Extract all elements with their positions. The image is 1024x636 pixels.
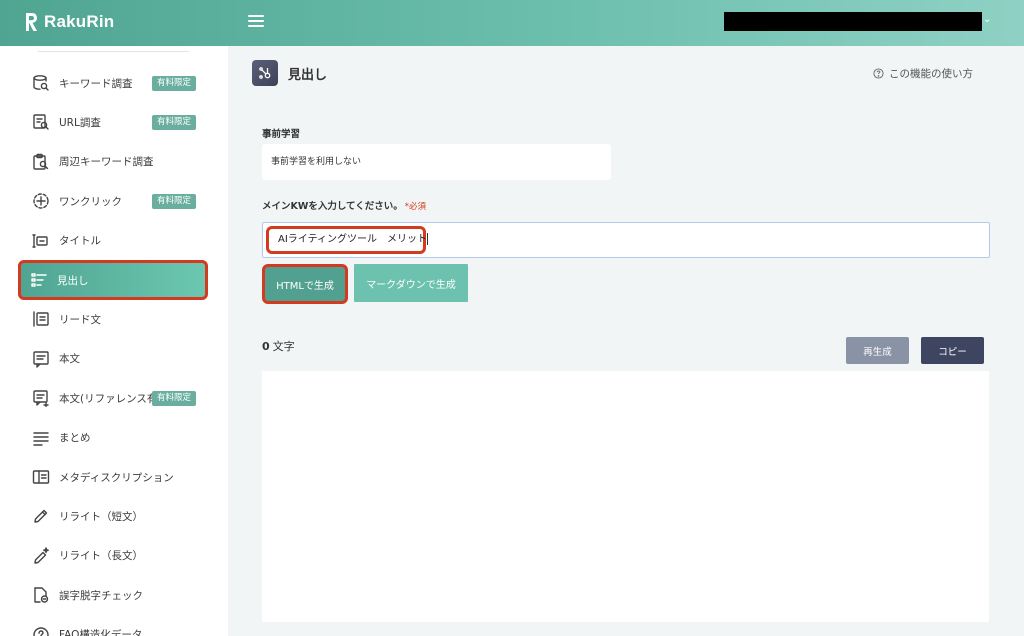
- headings-icon: [30, 271, 48, 289]
- sidebar-item-10[interactable]: まとめ: [20, 419, 206, 457]
- copy-button[interactable]: コピー: [921, 337, 984, 364]
- paid-only-badge: 有料限定: [152, 391, 197, 407]
- menu-toggle-icon[interactable]: [248, 15, 264, 29]
- sidebar-item-label: 本文: [59, 353, 80, 366]
- help-link[interactable]: この機能の使い方: [873, 66, 973, 81]
- text-caret: [427, 233, 428, 245]
- sidebar-item-9[interactable]: 本文(リファレンス有) 有料限定: [20, 379, 206, 417]
- sidebar-item-2[interactable]: URL調査 有料限定: [20, 103, 206, 141]
- page-title: 見出し: [288, 67, 328, 83]
- top-bar: RakuRin ⌄: [0, 0, 1024, 46]
- sidebar-item-4[interactable]: ワンクリック 有料限定: [20, 182, 206, 220]
- sidebar-item-1[interactable]: キーワード調査 有料限定: [20, 64, 206, 102]
- paid-only-badge: 有料限定: [152, 76, 197, 91]
- sidebar-item-label: ワンクリック: [59, 195, 122, 208]
- sidebar-item-label: 周辺キーワード調査: [59, 156, 154, 169]
- logo-mark-icon: [26, 13, 37, 31]
- keyword-research-icon: [32, 74, 50, 92]
- sidebar-item-8[interactable]: 本文: [20, 340, 206, 378]
- sidebar-item-label: 本文(リファレンス有): [59, 392, 162, 405]
- generate-markdown-button[interactable]: マークダウンで生成: [354, 264, 468, 302]
- rewrite-short-icon: [32, 507, 50, 525]
- title-icon: [32, 232, 50, 250]
- char-count: 0 文字: [262, 338, 295, 354]
- sidebar: キーワード調査 有料限定 URL調査 有料限定 周辺キーワード調査 ワンクリック 有料限定タ…: [0, 46, 228, 636]
- faq-structured-data-icon: [32, 626, 50, 636]
- sidebar-item-label: 見出し: [57, 274, 89, 287]
- sidebar-item-label: メタディスクリプション: [59, 471, 174, 484]
- sidebar-item-13[interactable]: リライト（長文）: [20, 537, 206, 575]
- sidebar-item-label: キーワード調査: [59, 77, 133, 90]
- sidebar-item-label: タイトル: [59, 235, 101, 248]
- main-keyword-value-highlight[interactable]: AIライティングツール メリット: [266, 226, 428, 254]
- sidebar-item-15[interactable]: FAQ構造化データ: [20, 616, 206, 636]
- paid-only-badge: 有料限定: [152, 194, 197, 210]
- required-marker: *必須: [404, 202, 427, 212]
- sidebar-item-7[interactable]: リード文: [20, 300, 206, 338]
- char-count-unit: 文字: [272, 340, 295, 353]
- char-count-value: 0: [262, 340, 270, 353]
- summary-icon: [32, 429, 50, 447]
- meta-description-icon: [32, 468, 50, 486]
- help-link-label: この機能の使い方: [889, 68, 973, 80]
- related-keyword-icon: [32, 153, 50, 171]
- sidebar-item-12[interactable]: リライト（短文）: [20, 497, 206, 535]
- keyword-label: メインKWを入力してください。 *必須: [262, 198, 426, 212]
- pretraining-label: 事前学習: [262, 129, 301, 140]
- sidebar-divider: [38, 51, 189, 52]
- generate-html-button[interactable]: HTMLで生成: [262, 264, 348, 304]
- sidebar-item-6[interactable]: 見出し: [18, 260, 208, 300]
- page-header: 見出し: [252, 60, 327, 86]
- sidebar-item-14[interactable]: 誤字脱字チェック: [20, 576, 206, 614]
- question-circle-icon: [873, 68, 884, 79]
- sidebar-item-label: URL調査: [59, 116, 101, 129]
- typo-check-icon: [32, 586, 50, 604]
- chevron-down-icon[interactable]: ⌄: [983, 14, 991, 25]
- body-text-icon: [32, 350, 50, 368]
- main-keyword-value: AIライティングツール メリット: [278, 234, 427, 245]
- sidebar-item-11[interactable]: メタディスクリプション: [20, 458, 206, 496]
- lead-text-icon: [32, 310, 50, 328]
- rewrite-long-icon: [32, 547, 50, 565]
- one-click-icon: [32, 192, 50, 210]
- app-logo[interactable]: RakuRin: [24, 9, 114, 35]
- sidebar-item-label: リライト（短文）: [59, 510, 143, 523]
- app-name: RakuRin: [44, 12, 115, 31]
- sidebar-item-label: リライト（長文）: [59, 550, 143, 563]
- keyword-label-text: メインKWを入力してください。: [262, 201, 403, 212]
- sidebar-item-label: リード文: [59, 313, 101, 326]
- sidebar-item-5[interactable]: タイトル: [20, 222, 206, 260]
- pretraining-select[interactable]: 事前学習を利用しない: [262, 144, 611, 180]
- output-area[interactable]: [262, 371, 989, 622]
- sidebar-item-label: 誤字脱字チェック: [59, 589, 143, 602]
- sidebar-item-label: まとめ: [59, 432, 91, 445]
- url-research-icon: [32, 113, 50, 131]
- headings-feature-icon: [252, 60, 278, 86]
- user-account-redacted[interactable]: [724, 12, 982, 31]
- body-reference-icon: [32, 389, 50, 408]
- regenerate-button[interactable]: 再生成: [846, 337, 909, 364]
- sidebar-item-3[interactable]: 周辺キーワード調査: [20, 143, 206, 181]
- paid-only-badge: 有料限定: [152, 115, 197, 131]
- sidebar-item-label: FAQ構造化データ: [59, 629, 143, 636]
